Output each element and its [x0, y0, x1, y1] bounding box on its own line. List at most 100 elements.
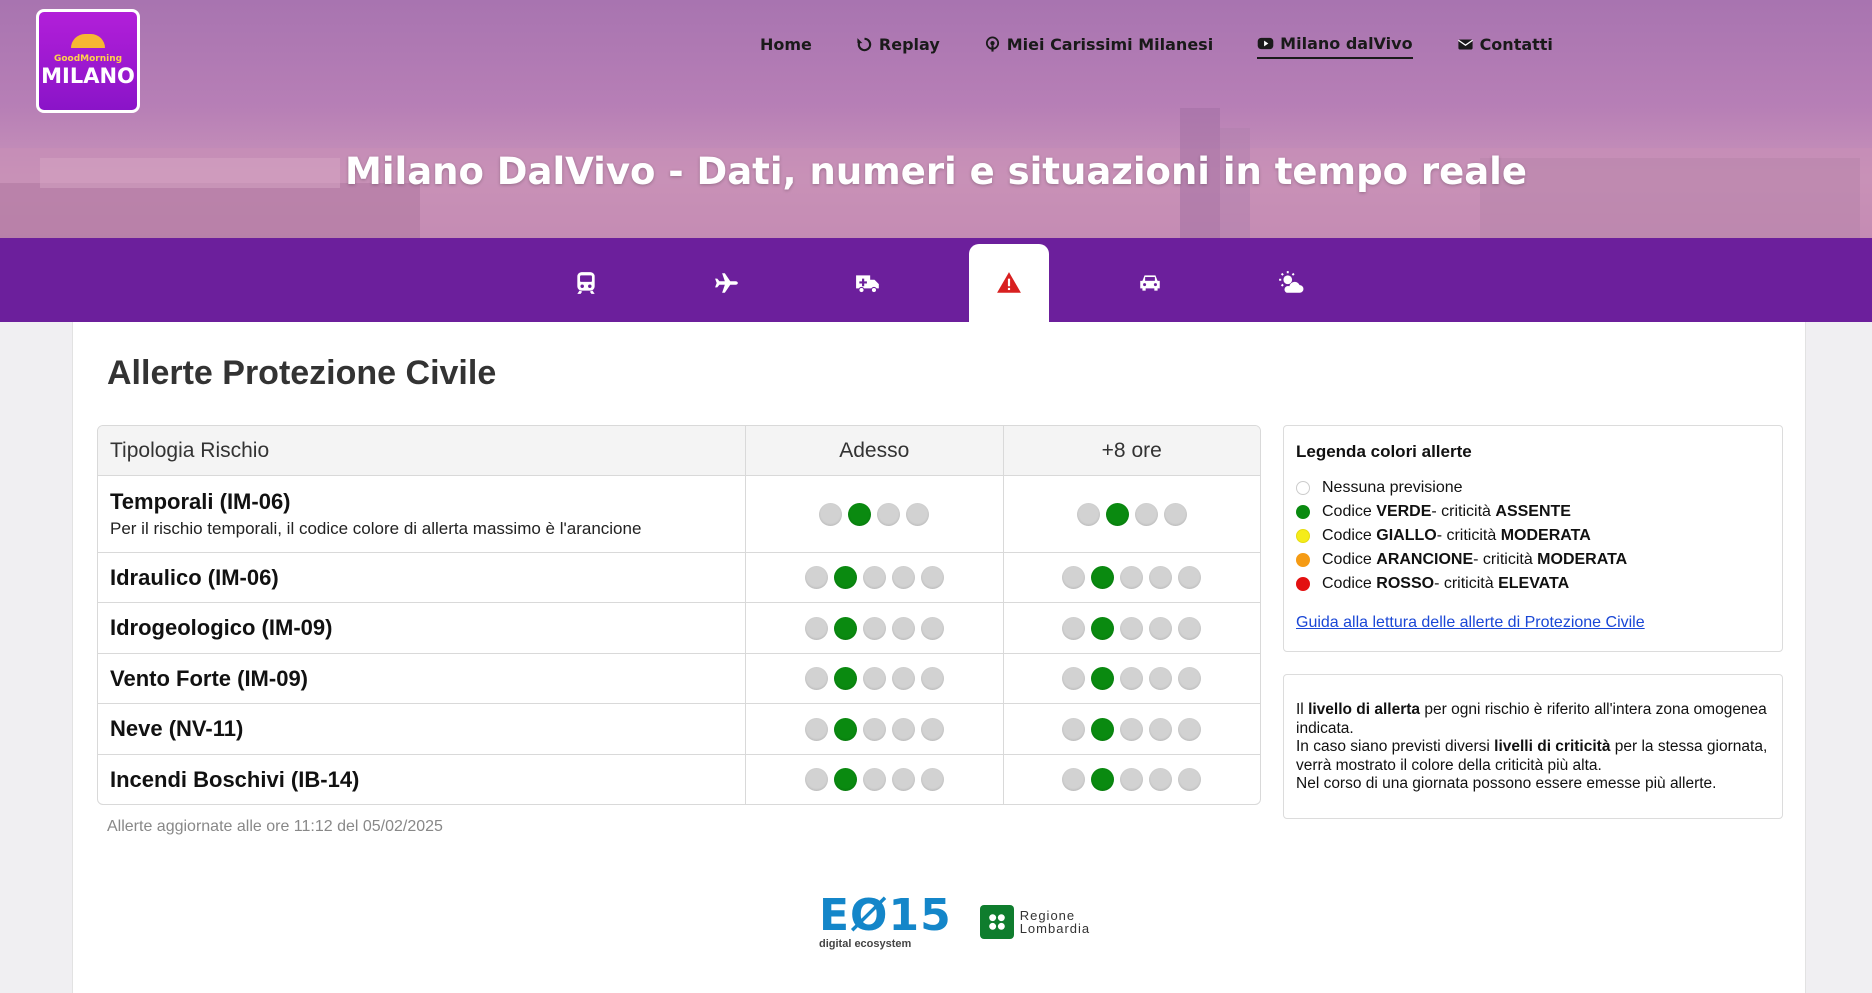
car-icon	[1140, 275, 1160, 291]
level-dot	[920, 667, 944, 690]
info-bold: livelli di criticità	[1494, 738, 1611, 755]
legend-box: Legenda colori allerte Nessuna prevision…	[1283, 425, 1783, 652]
regione-lombardia-logo[interactable]: Regione Lombardia	[979, 905, 1090, 939]
sun-icon	[71, 34, 105, 48]
risk-name: Idrogeologico (IM-09)	[110, 615, 333, 640]
alerts-table: Tipologia Rischio Adesso +8 ore Temporal…	[97, 425, 1261, 805]
section-title: Allerte Protezione Civile	[107, 354, 497, 392]
info-bold: livello di allerta	[1308, 701, 1421, 718]
active-level-dot	[848, 502, 872, 526]
active-level-dot	[1105, 502, 1129, 526]
nav-replay-label: Replay	[878, 35, 940, 54]
level-dot	[920, 616, 944, 640]
level-dot	[891, 616, 915, 640]
partner-logos: EØ15 digital ecosystem Regione Lombardia	[819, 890, 1090, 951]
level-dot	[1178, 566, 1202, 589]
nav-replay[interactable]: Replay	[856, 30, 940, 59]
header-plus-8-ore: +8 ore	[1002, 426, 1260, 476]
podcast-icon	[985, 36, 999, 52]
header-tipologia: Tipologia Rischio	[98, 426, 745, 476]
legend-title: Legenda colori allerte	[1296, 442, 1472, 461]
nav-milano-dalvivo[interactable]: Milano dalVivo	[1257, 30, 1413, 59]
tab-flights[interactable]	[687, 244, 767, 322]
level-dot	[906, 502, 930, 526]
level-dot	[891, 566, 915, 589]
legend-prefix: Codice	[1322, 503, 1372, 520]
last-updated-text: Allerte aggiornate alle ore 11:12 del 05…	[107, 818, 443, 835]
level-now	[745, 703, 1003, 754]
level-dot	[804, 667, 828, 690]
risk-name: Neve (NV-11)	[110, 716, 244, 741]
e015-logo[interactable]: EØ15 digital ecosystem	[819, 890, 952, 951]
level-dot	[1120, 717, 1144, 741]
active-level-dot	[833, 566, 857, 589]
legend-level: MODERATA	[1500, 527, 1591, 544]
nav-contatti[interactable]: Contatti	[1457, 30, 1553, 59]
tab-weather[interactable]	[1251, 244, 1331, 322]
level-indicator-later	[1004, 502, 1261, 526]
active-level-dot	[1091, 616, 1115, 640]
level-indicator-later	[1004, 616, 1261, 640]
region-line-2: Lombardia	[1019, 921, 1091, 936]
goodmorning-milano-logo[interactable]: GoodMorning MILANO	[36, 9, 140, 113]
nav-miei-carissimi-milanesi[interactable]: Miei Carissimi Milanesi	[984, 30, 1213, 59]
table-row: Idraulico (IM-06)	[98, 552, 1260, 602]
level-indicator-later	[1004, 717, 1261, 741]
level-dot	[804, 768, 828, 791]
info-text: In caso siano previsti diversi	[1296, 738, 1495, 755]
info-paragraph-2: In caso siano previsti diversi livelli d…	[1296, 738, 1770, 775]
nav-home-label: Home	[760, 35, 812, 54]
legend-prefix: Codice	[1322, 527, 1372, 544]
risk-name: Idraulico (IM-06)	[110, 564, 279, 590]
level-dot	[1149, 667, 1173, 690]
info-paragraph-3: Nel corso di una giornata possono essere…	[1296, 775, 1717, 792]
level-indicator-now	[746, 768, 1003, 791]
red-dot-icon	[1296, 577, 1310, 591]
legend-prefix: Codice	[1322, 575, 1372, 592]
weather-icon	[1279, 271, 1304, 293]
level-dot	[891, 667, 915, 690]
level-later	[1002, 653, 1260, 703]
level-dot	[862, 768, 886, 791]
level-dot	[1062, 667, 1086, 690]
level-dot	[1076, 502, 1100, 526]
guide-link[interactable]: Guida alla lettura delle allerte di Prot…	[1296, 614, 1770, 632]
level-dot	[1163, 502, 1187, 526]
hero-header: GoodMorning MILANO Home Replay Miei Cari…	[0, 0, 1872, 238]
info-paragraph-1: Il livello di allerta per ogni rischio è…	[1296, 701, 1770, 738]
tab-emergency[interactable]	[828, 244, 908, 322]
level-indicator-later	[1004, 566, 1261, 589]
level-dot	[920, 768, 944, 791]
green-dot-icon	[1296, 505, 1310, 519]
active-level-dot	[833, 768, 857, 791]
legend-prefix: Codice	[1322, 551, 1372, 568]
legend-code: GIALLO	[1376, 527, 1437, 544]
replay-icon	[857, 37, 872, 52]
nav-home[interactable]: Home	[760, 30, 812, 59]
legend-level: ELEVATA	[1498, 575, 1570, 592]
level-dot	[804, 616, 828, 640]
legend-mid: - criticità	[1473, 551, 1533, 568]
tab-traffic[interactable]	[1110, 244, 1190, 322]
legend-level: MODERATA	[1537, 551, 1628, 568]
level-dot	[1149, 566, 1173, 589]
level-later	[1002, 552, 1261, 602]
tab-trains[interactable]	[546, 244, 626, 322]
table-row: Temporali (IM-06) Per il rischio tempora…	[98, 476, 1260, 552]
level-dot	[862, 717, 886, 741]
level-dot	[1062, 768, 1086, 791]
level-now	[745, 602, 1003, 653]
nav-contatti-label: Contatti	[1479, 35, 1553, 54]
white-dot-icon	[1296, 481, 1310, 495]
lombardia-text: Regione Lombardia	[1020, 909, 1090, 935]
risk-name: Incendi Boschivi (IB-14)	[110, 766, 360, 792]
risk-name: Temporali (IM-06)	[110, 489, 291, 514]
risk-cell: Neve (NV-11)	[98, 703, 745, 754]
tab-alerts[interactable]	[969, 244, 1049, 322]
e015-wordmark: EØ15	[819, 890, 952, 941]
risk-note: Per il rischio temporali, il codice colo…	[110, 519, 642, 538]
legend-item-giallo: Codice GIALLO - criticità MODERATA	[1296, 524, 1770, 548]
level-dot	[1178, 717, 1202, 741]
active-level-dot	[1091, 768, 1115, 791]
active-level-dot	[1091, 717, 1115, 741]
